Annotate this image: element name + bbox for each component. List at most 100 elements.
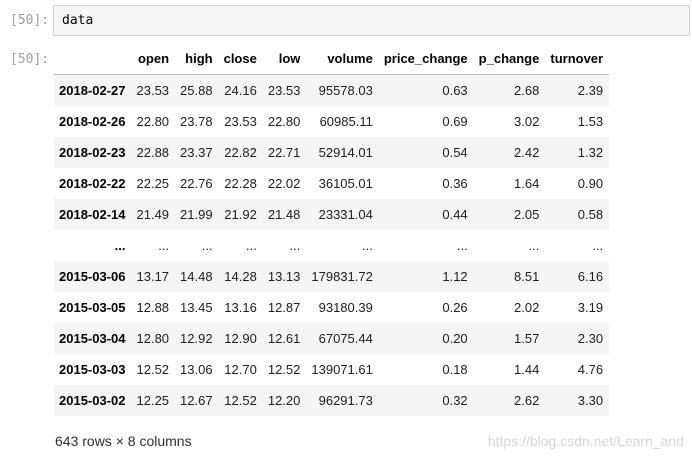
table-cell: 0.36 bbox=[442, 176, 468, 191]
table-row: 2015-03-03 12.52 13.06 12.70 12.52 139071.61 0… bbox=[54, 354, 609, 385]
table-cell: 2.30 bbox=[577, 331, 604, 346]
table-cell: 12.52 bbox=[224, 393, 257, 408]
table-cell: 1.57 bbox=[514, 331, 540, 346]
table-cell: 1.53 bbox=[577, 114, 604, 129]
table-cell: 1.32 bbox=[577, 145, 604, 160]
table-cell: 139071.61 bbox=[311, 362, 373, 377]
table-cell: 12.90 bbox=[224, 331, 257, 346]
table-row: 2015-03-02 12.25 12.67 12.52 12.20 96291.73 0.… bbox=[54, 385, 610, 416]
table-cell: 52914.01 bbox=[318, 145, 373, 160]
table-cell: 21.49 bbox=[136, 207, 170, 222]
code-input-cell[interactable]: data bbox=[53, 5, 690, 36]
table-cell: 12.92 bbox=[180, 331, 213, 346]
table-cell: 0.26 bbox=[442, 300, 468, 315]
table-cell: 67075.44 bbox=[318, 331, 373, 346]
table-cell: 0.44 bbox=[442, 207, 468, 222]
header-row: open high close low volume price_change p_chan… bbox=[54, 43, 610, 75]
table-cell: 22.71 bbox=[267, 145, 301, 160]
index-header bbox=[54, 43, 132, 75]
table-cell: 0.20 bbox=[442, 331, 468, 346]
table-cell: 2.39 bbox=[577, 83, 604, 98]
table-cell: 2.02 bbox=[514, 300, 540, 315]
table-cell: 0.90 bbox=[577, 176, 604, 191]
table-row: 2018-02-23 22.88 23.37 22.82 22.71 52914.01 0.… bbox=[54, 137, 610, 168]
table-cell: 93180.39 bbox=[318, 300, 373, 315]
table-cell: 22.02 bbox=[267, 176, 301, 191]
table-cell: 14.48 bbox=[180, 269, 213, 284]
table-cell: ... bbox=[158, 238, 170, 253]
row-index: 2018-02-26 bbox=[59, 114, 126, 129]
table-row: 2018-02-22 22.25 22.76 22.28 22.02 36105.01 0.… bbox=[54, 168, 609, 199]
row-index: 2018-02-22 bbox=[59, 176, 126, 191]
output-prompt: [50]: bbox=[10, 52, 50, 67]
table-cell: 12.20 bbox=[267, 393, 301, 408]
row-index: 2018-02-14 bbox=[59, 207, 126, 222]
table-cell: 36105.01 bbox=[318, 176, 373, 191]
table-cell: 6.16 bbox=[577, 269, 604, 284]
table-cell: 2.05 bbox=[514, 207, 540, 222]
table-cell: 22.28 bbox=[224, 176, 257, 191]
table-cell: 23.53 bbox=[224, 114, 257, 129]
table-cell: ... bbox=[362, 238, 373, 253]
row-index: 2018-02-23 bbox=[59, 145, 126, 160]
column-header: volume bbox=[306, 43, 379, 75]
row-index: 2015-03-05 bbox=[59, 300, 126, 315]
column-header: turnover bbox=[545, 43, 610, 75]
table-cell: 13.16 bbox=[224, 300, 257, 315]
table-cell: ... bbox=[592, 238, 604, 253]
table-cell: 0.69 bbox=[442, 114, 468, 129]
code-text[interactable]: data bbox=[62, 13, 93, 29]
row-index: 2015-03-06 bbox=[59, 269, 126, 284]
table-cell: 25.88 bbox=[180, 83, 213, 98]
table-cell: 2.62 bbox=[514, 393, 540, 408]
table-cell: 12.87 bbox=[267, 300, 301, 315]
table-cell: 22.80 bbox=[267, 114, 301, 129]
table-cell: 3.02 bbox=[514, 114, 540, 129]
table-cell: 13.06 bbox=[180, 362, 213, 377]
column-header: close bbox=[218, 43, 263, 75]
row-index: 2015-03-03 bbox=[59, 362, 126, 377]
table-cell: 24.16 bbox=[224, 83, 257, 98]
table-row: ........................... bbox=[54, 230, 609, 261]
table-cell: 14.28 bbox=[224, 269, 257, 284]
row-index: ... bbox=[114, 238, 126, 253]
table-cell: ... bbox=[528, 238, 540, 253]
table-cell: 22.88 bbox=[136, 145, 170, 160]
table-cell: 12.52 bbox=[136, 362, 170, 377]
table-cell: 0.32 bbox=[442, 393, 468, 408]
table-cell: 96291.73 bbox=[318, 393, 373, 408]
table-cell: 1.12 bbox=[442, 269, 468, 284]
table-cell: ... bbox=[289, 238, 301, 253]
table-cell: 13.45 bbox=[180, 300, 213, 315]
table-row: 2015-03-05 12.88 13.45 13.16 12.87 93180.39 0.… bbox=[54, 292, 609, 323]
table-cell: 21.92 bbox=[224, 207, 257, 222]
table-cell: 22.76 bbox=[180, 176, 213, 191]
table-cell: 23.78 bbox=[180, 114, 213, 129]
table-cell: 1.44 bbox=[514, 362, 540, 377]
table-cell: 23.37 bbox=[180, 145, 213, 160]
table-cell: 60985.11 bbox=[319, 114, 373, 129]
table-row: 2018-02-26 22.80 23.78 23.53 22.80 60985.11 0.… bbox=[54, 106, 609, 137]
column-header: open bbox=[131, 43, 176, 75]
table-cell: 4.76 bbox=[577, 362, 604, 377]
table-cell: 95578.03 bbox=[318, 83, 373, 98]
table-cell: 22.25 bbox=[136, 176, 170, 191]
table-cell: 3.30 bbox=[577, 393, 604, 408]
table-cell: 0.58 bbox=[577, 207, 604, 222]
table-cell: 12.52 bbox=[267, 362, 301, 377]
table-row: 2018-02-14 21.49 21.99 21.92 21.48 23331.04 0.… bbox=[54, 199, 610, 230]
table-cell: 13.17 bbox=[136, 269, 170, 284]
row-index: 2015-03-04 bbox=[59, 331, 126, 346]
column-header: high bbox=[175, 43, 219, 75]
table-cell: 23331.04 bbox=[318, 207, 373, 222]
table-cell: 2.42 bbox=[514, 145, 540, 160]
row-index: 2018-02-27 bbox=[59, 83, 126, 98]
table-cell: 12.70 bbox=[224, 362, 257, 377]
shape-info: 643 rows × 8 columns bbox=[55, 433, 192, 449]
table-cell: 12.67 bbox=[180, 393, 213, 408]
table-cell: 12.88 bbox=[136, 300, 170, 315]
column-header: low bbox=[262, 43, 307, 75]
table-cell: 0.63 bbox=[442, 83, 468, 98]
column-header: p_change bbox=[473, 43, 546, 75]
watermark: https://blog.csdn.net/Learn_and bbox=[487, 433, 684, 449]
